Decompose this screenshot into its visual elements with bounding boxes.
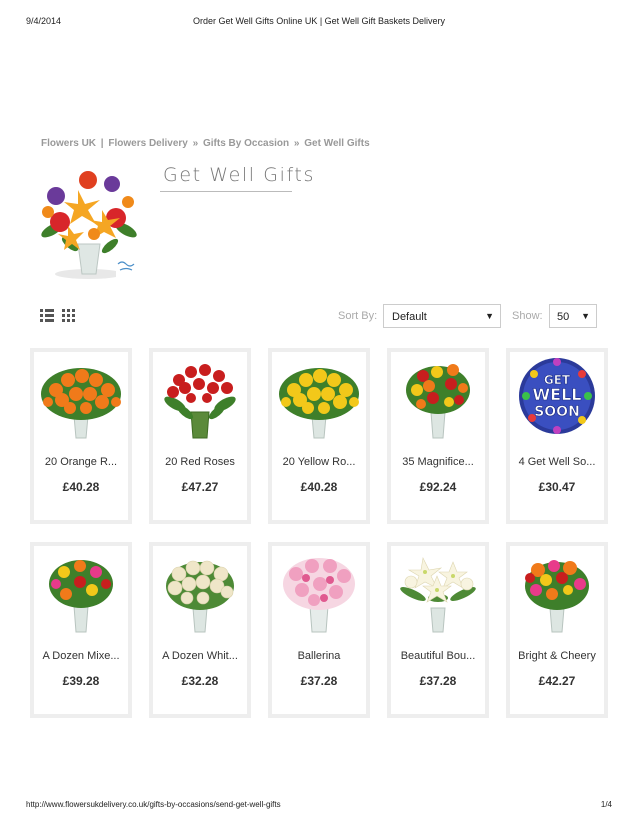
show-count-label: Show:	[512, 310, 543, 322]
page-url: http://www.flowersukdelivery.co.uk/gifts…	[26, 800, 281, 809]
product-image-magnificent-roses	[406, 364, 470, 439]
product-name[interactable]: 20 Orange R...	[34, 456, 128, 468]
category-hero-image	[41, 171, 144, 279]
product-name[interactable]: Beautiful Bou...	[391, 650, 485, 662]
product-name[interactable]: A Dozen Mixe...	[34, 650, 128, 662]
product-name[interactable]: Bright & Cheery	[510, 650, 604, 662]
chevron-down-icon: ▼	[485, 311, 494, 321]
product-price: £40.28	[62, 480, 100, 494]
page-number: 1/4	[600, 800, 612, 809]
product-price: £32.28	[181, 674, 219, 688]
sort-by-select[interactable]: Default ▼	[383, 304, 501, 328]
product-price: £40.28	[300, 480, 338, 494]
product-price: £39.28	[62, 674, 100, 688]
product-image-mixed-roses	[49, 560, 113, 633]
product-card[interactable]: Bright & Cheery £42.27	[506, 542, 608, 718]
product-image-get-well-balloon: GET WELL SOON	[519, 358, 595, 434]
product-card[interactable]: 20 Yellow Ro... £40.28	[268, 348, 370, 524]
product-name[interactable]: 20 Yellow Ro...	[272, 456, 366, 468]
product-card[interactable]: 20 Orange R... £40.28	[30, 348, 132, 524]
product-image-orange-roses	[41, 368, 121, 439]
product-image-beautiful-bouquet	[400, 557, 476, 633]
list-view-icon[interactable]	[40, 309, 54, 323]
product-card[interactable]: A Dozen Whit... £32.28	[149, 542, 251, 718]
product-card[interactable]: 35 Magnifice... £92.24	[387, 348, 489, 524]
sort-by-label: Sort By:	[338, 310, 378, 322]
breadcrumb-gifts-by-occasion[interactable]: Gifts By Occasion	[203, 138, 289, 149]
product-price: £92.24	[419, 480, 457, 494]
product-card[interactable]: 20 Red Roses £47.27	[149, 348, 251, 524]
balloon-text-well: WELL	[533, 385, 582, 404]
product-name[interactable]: 4 Get Well So...	[510, 456, 604, 468]
breadcrumb-separator: |	[100, 138, 104, 149]
breadcrumb-current[interactable]: Get Well Gifts	[304, 138, 369, 149]
balloon-text-soon: SOON	[534, 404, 580, 420]
product-price: £47.27	[181, 480, 219, 494]
product-image-red-roses	[164, 364, 236, 439]
sort-by-value: Default	[392, 311, 427, 323]
product-price: £37.28	[300, 674, 338, 688]
product-image-bright-cheery	[525, 560, 589, 633]
show-count-select[interactable]: 50 ▼	[549, 304, 597, 328]
page-title: Get Well Gifts	[163, 164, 315, 186]
print-header: 9/4/2014 Order Get Well Gifts Online UK …	[0, 0, 638, 30]
title-underline	[160, 191, 292, 192]
breadcrumb-flowers-uk[interactable]: Flowers UK	[41, 138, 96, 149]
product-card[interactable]: GET WELL SOON 4 Get Well So... £30.47	[506, 348, 608, 524]
product-card[interactable]: A Dozen Mixe... £39.28	[30, 542, 132, 718]
chevron-down-icon: ▼	[581, 311, 590, 321]
breadcrumb-flowers-delivery[interactable]: Flowers Delivery	[108, 138, 187, 149]
product-image-white-roses	[166, 560, 234, 633]
show-count-value: 50	[557, 311, 570, 323]
breadcrumb: Flowers UK | Flowers Delivery » Gifts By…	[41, 138, 370, 149]
product-image-yellow-roses	[279, 368, 359, 439]
product-price: £42.27	[538, 674, 576, 688]
product-card[interactable]: Ballerina £37.28	[268, 542, 370, 718]
product-name[interactable]: Ballerina	[272, 650, 366, 662]
breadcrumb-separator: »	[192, 138, 199, 149]
product-name[interactable]: 35 Magnifice...	[391, 456, 485, 468]
product-price: £37.28	[419, 674, 457, 688]
product-name[interactable]: 20 Red Roses	[153, 456, 247, 468]
product-image-ballerina	[283, 558, 355, 633]
grid-view-icon[interactable]	[62, 309, 76, 323]
breadcrumb-separator: »	[293, 138, 300, 149]
document-title: Order Get Well Gifts Online UK | Get Wel…	[192, 16, 446, 26]
product-card[interactable]: Beautiful Bou... £37.28	[387, 542, 489, 718]
product-price: £30.47	[538, 480, 576, 494]
product-name[interactable]: A Dozen Whit...	[153, 650, 247, 662]
